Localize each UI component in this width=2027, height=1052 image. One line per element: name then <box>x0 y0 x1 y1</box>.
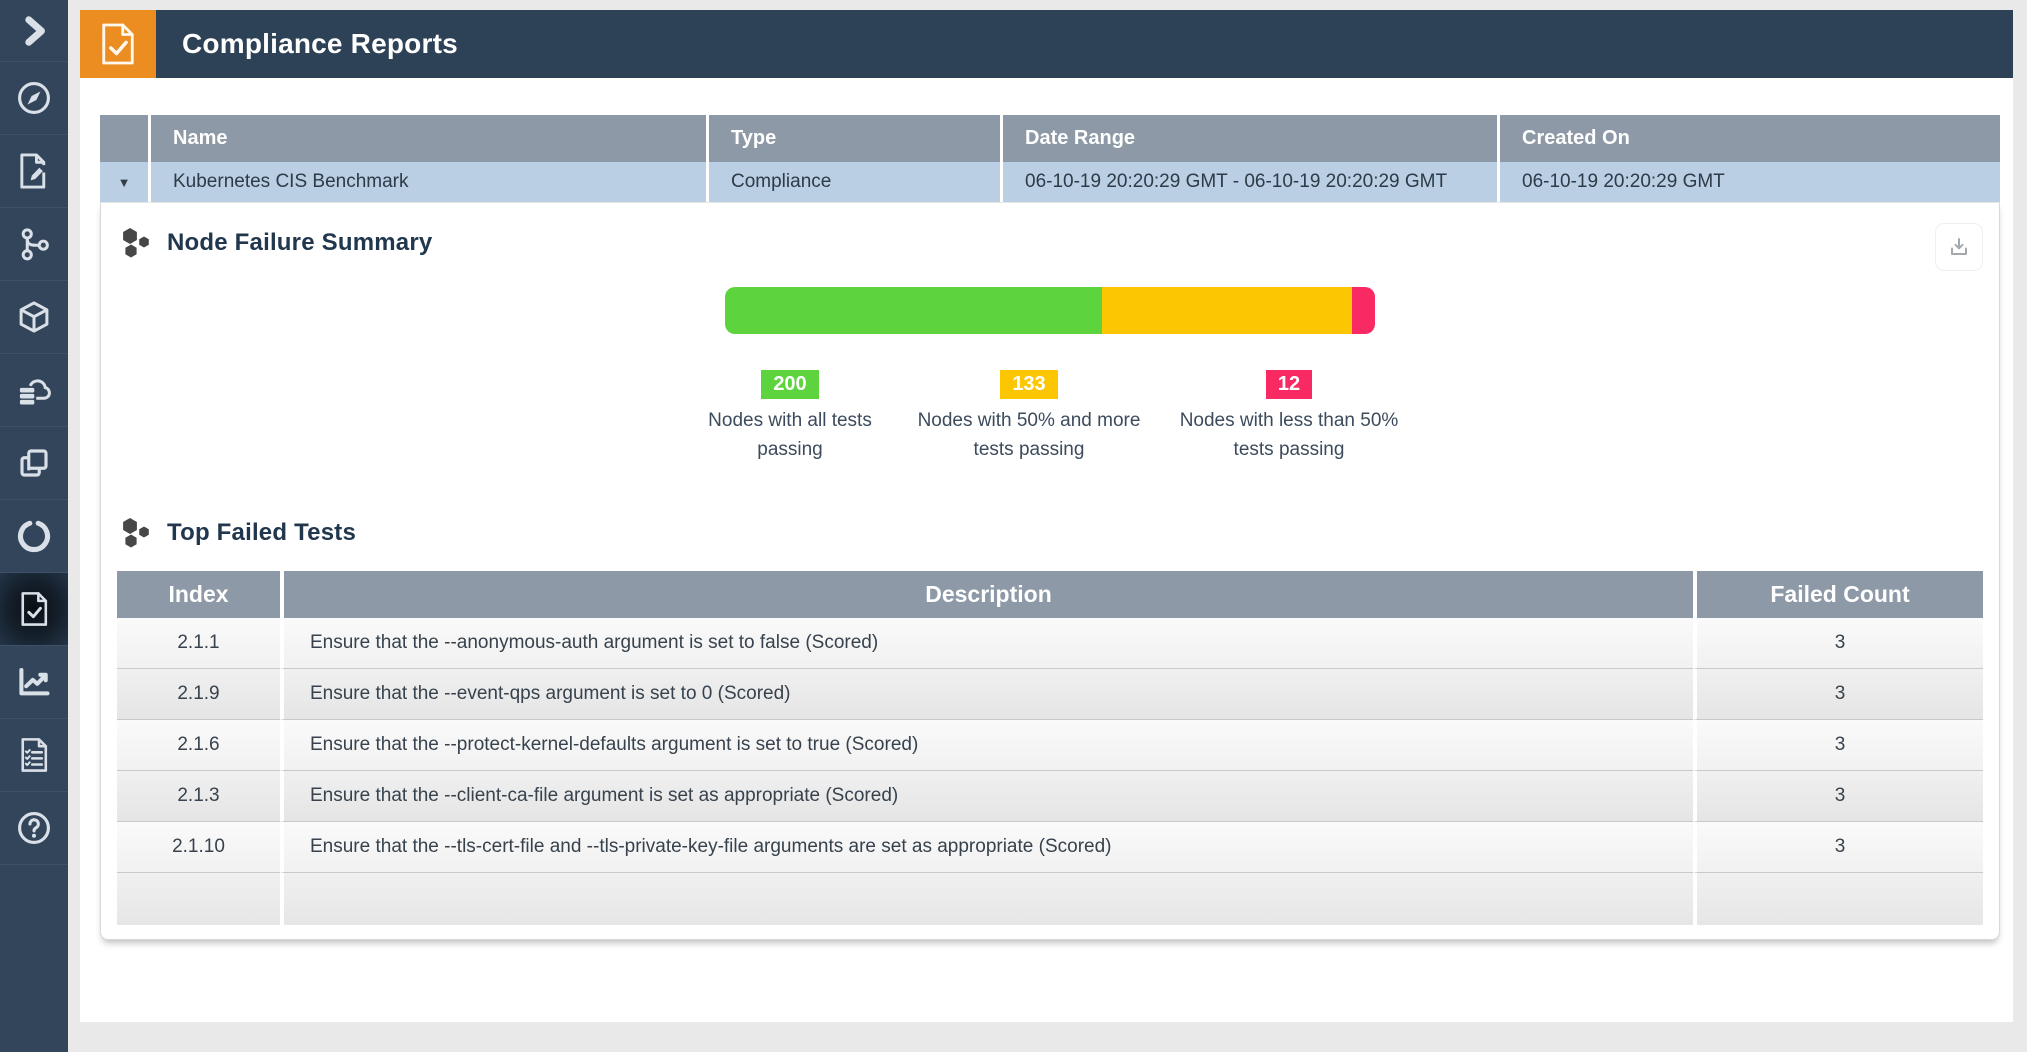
sidebar-item-audit[interactable] <box>0 719 68 792</box>
column-header-index[interactable]: Index <box>117 571 280 618</box>
report-created-on: 06-10-19 20:20:29 GMT <box>1497 162 2000 202</box>
cell-index: 2.1.6 <box>117 720 280 771</box>
chevron-right-icon <box>16 12 52 50</box>
table-row[interactable]: 2.1.1Ensure that the --anonymous-auth ar… <box>117 618 1983 669</box>
help-icon <box>16 809 52 847</box>
legend-item: 12 Nodes with less than 50% tests passing <box>1169 370 1409 465</box>
download-button[interactable] <box>1935 223 1983 271</box>
bar-segment <box>1352 287 1375 334</box>
cell-description: Ensure that the --client-ca-file argumen… <box>280 771 1693 822</box>
column-header-created-on[interactable]: Created On <box>1497 115 2000 162</box>
download-icon <box>1947 235 1971 259</box>
top-failed-tests-table: Index Description Failed Count 2.1.1Ensu… <box>117 571 1983 925</box>
cell-index: 2.1.1 <box>117 618 280 669</box>
cell-failed-count: 3 <box>1693 771 1983 822</box>
cell-failed-count: 3 <box>1693 669 1983 720</box>
legend-count-badge: 200 <box>761 370 818 399</box>
cell-description: Ensure that the --event-qps argument is … <box>280 669 1693 720</box>
table-row[interactable]: 2.1.6Ensure that the --protect-kernel-de… <box>117 720 1983 771</box>
cell-index: 2.1.3 <box>117 771 280 822</box>
table-row[interactable]: 2.1.3Ensure that the --client-ca-file ar… <box>117 771 1983 822</box>
collapse-row-icon: ▼ <box>118 175 131 190</box>
sidebar-item-analytics[interactable] <box>0 646 68 719</box>
legend-label: Nodes with all tests passing <box>691 406 889 465</box>
legend-label: Nodes with 50% and more tests passing <box>903 406 1155 465</box>
row-expander[interactable]: ▼ <box>100 162 148 202</box>
cell-failed-count: 3 <box>1693 720 1983 771</box>
sidebar-item-assets[interactable] <box>0 281 68 354</box>
table-row[interactable]: 2.1.10Ensure that the --tls-cert-file an… <box>117 822 1983 873</box>
sidebar-item-processes[interactable] <box>0 500 68 573</box>
section-title: Top Failed Tests <box>167 519 356 547</box>
cell-failed-count: 3 <box>1693 618 1983 669</box>
hexagon-cluster-icon <box>119 516 153 550</box>
column-header-type[interactable]: Type <box>706 115 1000 162</box>
table-row[interactable]: 2.1.9Ensure that the --event-qps argumen… <box>117 669 1983 720</box>
report-check-icon <box>16 590 52 628</box>
section-title: Node Failure Summary <box>167 229 432 257</box>
sidebar-item-containers[interactable] <box>0 427 68 500</box>
node-failure-summary-header: Node Failure Summary <box>101 227 1999 259</box>
bar-segment <box>1102 287 1353 334</box>
column-header-failed-count[interactable]: Failed Count <box>1693 571 1983 618</box>
reports-table: Name Type Date Range Created On ▼ Kubern… <box>100 115 2000 202</box>
failed-tests-table-header: Index Description Failed Count <box>117 571 1983 618</box>
report-name: Kubernetes CIS Benchmark <box>148 162 706 202</box>
cell-description: Ensure that the --protect-kernel-default… <box>280 720 1693 771</box>
checklist-icon <box>16 736 52 774</box>
legend-count-badge: 133 <box>1000 370 1057 399</box>
cell-description: Ensure that the --anonymous-auth argumen… <box>280 618 1693 669</box>
hexagon-cluster-icon <box>119 226 153 260</box>
network-icon <box>16 225 52 263</box>
cloud-database-icon <box>16 371 52 409</box>
legend-count-badge: 12 <box>1266 370 1312 399</box>
cube-icon <box>16 298 52 336</box>
report-detail-panel: Node Failure Summary 200 Nodes with all t… <box>100 202 2000 940</box>
layers-icon <box>16 444 52 482</box>
reports-table-header: Name Type Date Range Created On <box>100 115 2000 162</box>
column-header-date-range[interactable]: Date Range <box>1000 115 1497 162</box>
sidebar-item-help[interactable] <box>0 792 68 865</box>
bar-segment <box>725 287 1102 334</box>
page-title: Compliance Reports <box>156 10 458 78</box>
expander-column-header <box>100 115 148 162</box>
column-header-description[interactable]: Description <box>280 571 1693 618</box>
chart-legend: 200 Nodes with all tests passing 133 Nodes … <box>101 370 1999 465</box>
page: Compliance Reports Name Type Date Range … <box>0 0 2027 1052</box>
column-header-name[interactable]: Name <box>148 115 706 162</box>
cell-index: 2.1.9 <box>117 669 280 720</box>
compass-icon <box>16 79 52 117</box>
empty-table-row <box>117 873 1983 925</box>
failed-tests-table-body: 2.1.1Ensure that the --anonymous-auth ar… <box>117 618 1983 873</box>
sidebar-item-cloud[interactable] <box>0 354 68 427</box>
app-header: Compliance Reports <box>80 10 2013 78</box>
chart-icon <box>16 663 52 701</box>
legend-item: 133 Nodes with 50% and more tests passing <box>903 370 1155 465</box>
compliance-report-icon <box>80 10 156 78</box>
sidebar <box>0 0 68 1052</box>
cell-failed-count: 3 <box>1693 822 1983 873</box>
sidebar-item-network-activity[interactable] <box>0 208 68 281</box>
cell-index: 2.1.10 <box>117 822 280 873</box>
cell-description: Ensure that the --tls-cert-file and --tl… <box>280 822 1693 873</box>
legend-label: Nodes with less than 50% tests passing <box>1169 406 1409 465</box>
report-type: Compliance <box>706 162 1000 202</box>
sidebar-item-dashboard[interactable] <box>0 62 68 135</box>
top-failed-tests-header: Top Failed Tests <box>101 517 1999 549</box>
document-edit-icon <box>16 152 52 190</box>
report-row[interactable]: ▼ Kubernetes CIS Benchmark Compliance 06… <box>100 162 2000 202</box>
refresh-icon <box>16 517 52 555</box>
sidebar-item-compliance-reports[interactable] <box>0 573 68 646</box>
sidebar-item-policy[interactable] <box>0 135 68 208</box>
content-area: Compliance Reports Name Type Date Range … <box>80 10 2013 1022</box>
sidebar-item-expand[interactable] <box>0 0 68 62</box>
node-failure-stacked-bar <box>725 287 1375 334</box>
report-date-range: 06-10-19 20:20:29 GMT - 06-10-19 20:20:2… <box>1000 162 1497 202</box>
legend-item: 200 Nodes with all tests passing <box>691 370 889 465</box>
